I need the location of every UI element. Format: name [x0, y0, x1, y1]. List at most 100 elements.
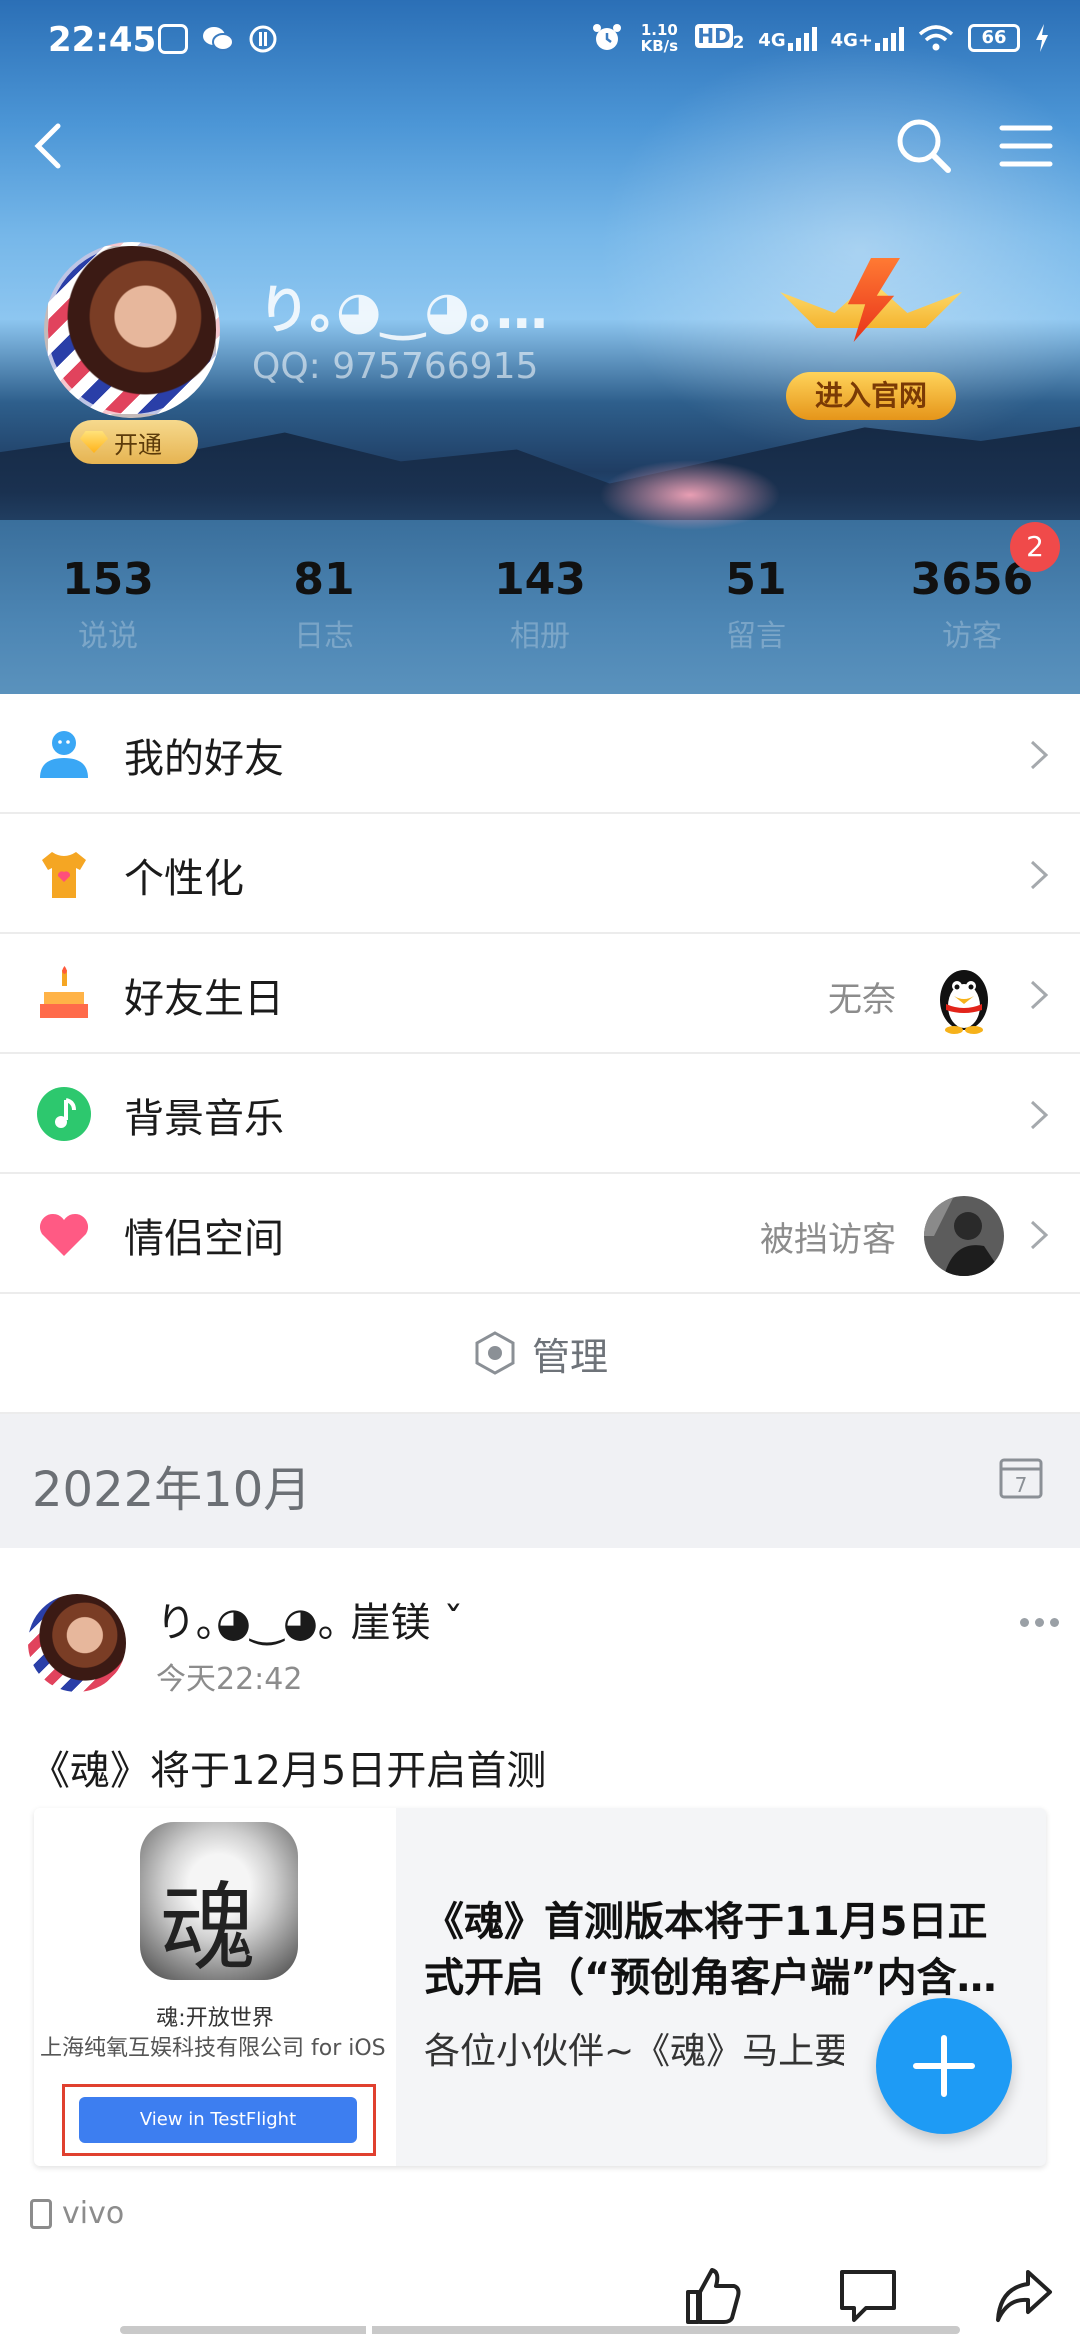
stat-blog[interactable]: 81 日志: [216, 554, 432, 674]
menu-item-couple-space[interactable]: 情侣空间 被挡访客: [0, 1174, 1080, 1294]
device-label: vivo: [62, 2196, 125, 2231]
post-timestamp: 今天22:42: [156, 1662, 303, 1697]
stat-label: 说说: [78, 619, 138, 654]
thumbs-up-icon[interactable]: [682, 2266, 742, 2326]
post-author-name[interactable]: り｡◕‿◕｡ 崖镁 ˇ: [156, 1590, 463, 1648]
menu-item-personalize[interactable]: 个性化: [0, 814, 1080, 934]
vip-label: 开通: [114, 430, 162, 459]
chevron-right-icon: [1030, 1100, 1049, 1130]
menu-icon[interactable]: [996, 116, 1056, 176]
feature-list: 我的好友 个性化 好友生日 无奈 背景音乐 情侣空间 被挡访客: [0, 694, 1080, 1294]
official-site-button[interactable]: 进入官网: [780, 250, 962, 420]
net-speed: 1.10 KB/s: [640, 21, 679, 55]
hd-indicator: HD 2: [695, 24, 744, 52]
net-type-2: 4G+: [831, 25, 904, 51]
chevron-right-icon: [1030, 740, 1049, 770]
diamond-icon: [80, 431, 108, 453]
tshirt-icon: [42, 852, 86, 898]
status-indicators: 1.10 KB/s HD 2 4G 4G+ 66: [591, 22, 1050, 54]
signal-icon-2: [875, 25, 904, 51]
add-post-button[interactable]: [876, 1998, 1012, 2134]
share-icon[interactable]: [994, 2266, 1054, 2326]
app-name: 魂:开放世界: [156, 2006, 274, 2031]
plus-icon: [913, 2035, 975, 2097]
wifi-icon: [918, 25, 954, 51]
menu-item-friends[interactable]: 我的好友: [0, 694, 1080, 814]
post-text: 《魂》将于12月5日开启首测: [30, 1748, 547, 1794]
status-bar: 22:45 1.10 KB/s HD 2 4G 4G+ 66: [0, 0, 1080, 84]
stat-value: 81: [293, 554, 355, 605]
app-icon-glyph: 魂: [160, 1872, 256, 1984]
battery-icon: 66: [968, 24, 1020, 52]
app-company: 上海纯氧互娱科技有限公司 for iOS: [40, 2036, 386, 2061]
menu-item-music[interactable]: 背景音乐: [0, 1054, 1080, 1174]
post-author-avatar[interactable]: [28, 1594, 126, 1692]
comment-icon[interactable]: [838, 2266, 898, 2326]
alarm-icon: [593, 24, 622, 50]
scroll-indicator: [120, 2326, 960, 2334]
wechat-icon: [203, 27, 234, 51]
hexagon-settings-icon: [475, 1331, 515, 1375]
heart-icon: [39, 1213, 89, 1256]
birthday-friend-name: 无奈: [828, 980, 896, 1020]
signal-icon: [787, 25, 817, 51]
app-icon: 魂: [140, 1822, 298, 1984]
stat-shuoshuo[interactable]: 153 说说: [0, 554, 216, 674]
post-device: vivo: [30, 2196, 124, 2231]
charging-icon: [1036, 24, 1048, 52]
status-time: 22:45: [48, 20, 157, 60]
calendar-icon[interactable]: 7: [998, 1454, 1044, 1500]
stat-value: 51: [725, 554, 787, 605]
sunset-glow: [600, 460, 780, 530]
chevron-right-icon: [1030, 860, 1049, 890]
net-type-1: 4G: [758, 25, 817, 51]
music-note-icon: [37, 1087, 91, 1141]
blocked-visitors-label: 被挡访客: [760, 1220, 896, 1260]
stat-label: 留言: [726, 619, 786, 654]
stat-messages[interactable]: 51 留言: [648, 554, 864, 674]
stat-label: 相册: [510, 619, 570, 654]
visitor-badge: 2: [1010, 522, 1060, 572]
profile-avatar[interactable]: [44, 242, 220, 418]
testflight-highlight: View in TestFlight: [62, 2084, 376, 2156]
hd-label: HD: [695, 24, 733, 48]
qq-penguin-icon: [940, 970, 988, 1034]
testflight-button: View in TestFlight: [79, 2097, 357, 2143]
menu-item-label: 好友生日: [124, 976, 284, 1022]
manage-button[interactable]: 管理: [0, 1294, 1080, 1414]
hd-sub: 2: [732, 33, 745, 52]
net-type-2-label: 4G+: [830, 30, 873, 51]
profile-header: 22:45 1.10 KB/s HD 2 4G 4G+ 66 开通 り｡◕‿◕｡……: [0, 0, 1080, 694]
stat-visitors[interactable]: 2 3656 访客: [864, 522, 1080, 674]
chevron-right-icon: [1030, 980, 1049, 1010]
net-type-1-label: 4G: [758, 30, 786, 51]
menu-item-birthday[interactable]: 好友生日 无奈: [0, 934, 1080, 1054]
menu-item-label: 我的好友: [124, 736, 284, 782]
stat-value: 153: [62, 554, 154, 605]
birthday-cake-icon: [40, 966, 88, 1018]
notification-icons: [158, 24, 278, 54]
link-card-title: 《魂》首测版本将于11月5日正式开启（“预创角客户端”内含…: [424, 1899, 997, 2001]
stat-album[interactable]: 143 相册: [432, 554, 648, 674]
blocked-visitor-avatar: [924, 1196, 1004, 1276]
friends-icon: [40, 731, 88, 778]
search-icon[interactable]: [892, 114, 956, 178]
official-site-label: 进入官网: [786, 372, 956, 420]
stats-row: 153 说说 81 日志 143 相册 51 留言 2 3656 访客: [0, 522, 1080, 674]
notification-app-icon: [158, 24, 188, 54]
post-actions: [0, 2266, 1080, 2326]
profile-username: り｡◕‿◕｡…: [258, 281, 548, 341]
chevron-right-icon: [1030, 1220, 1049, 1250]
more-options-icon[interactable]: [1020, 1618, 1059, 1627]
qq-number: QQ: 975766915: [252, 346, 539, 387]
month-header: 2022年10月 7: [0, 1414, 1080, 1548]
phone-icon: [30, 2198, 52, 2229]
back-arrow-icon[interactable]: [22, 116, 82, 176]
top-nav: [0, 110, 1080, 190]
vip-badge[interactable]: 开通: [70, 420, 198, 464]
month-label: 2022年10月: [32, 1462, 312, 1518]
link-card-description: 各位小伙伴~《魂》马上要开启: [424, 2031, 844, 2072]
stat-label: 访客: [942, 619, 1002, 654]
menu-item-label: 情侣空间: [124, 1216, 284, 1262]
calendar-day: 7: [1015, 1473, 1028, 1497]
